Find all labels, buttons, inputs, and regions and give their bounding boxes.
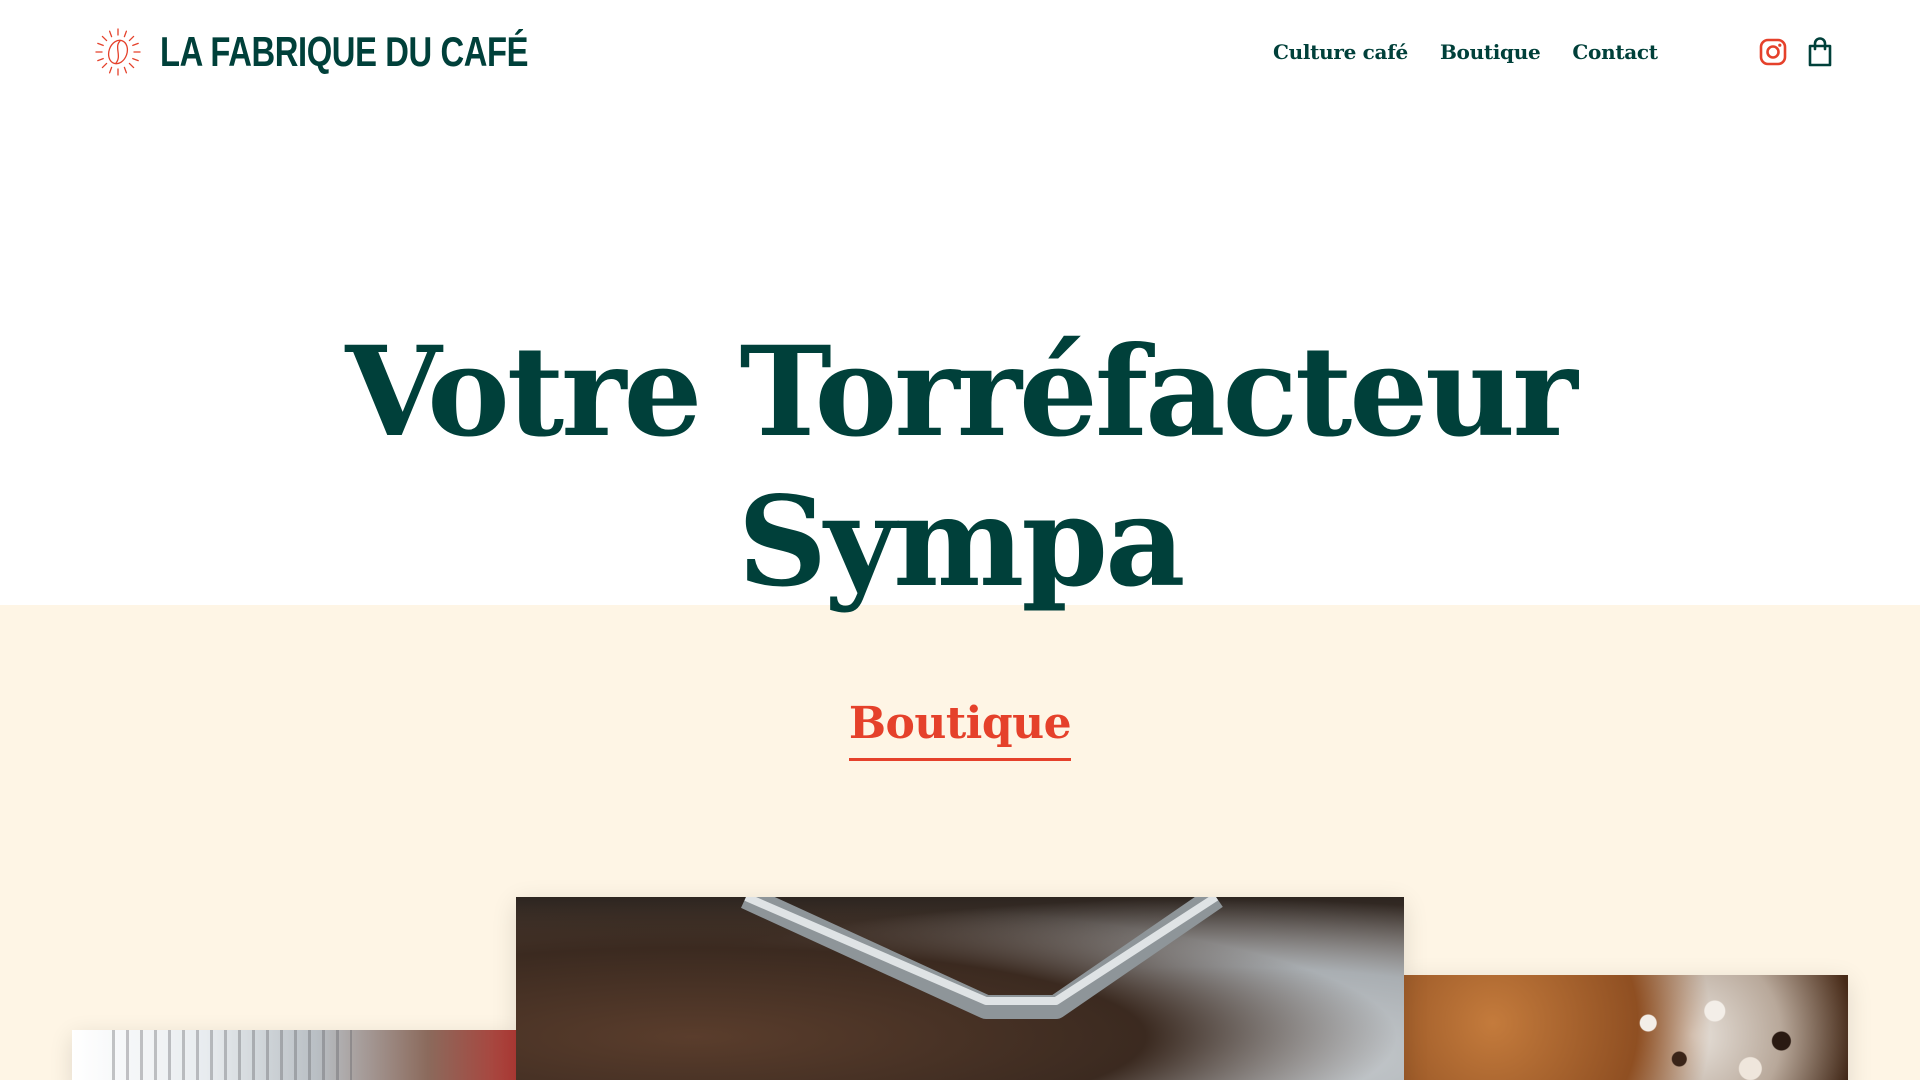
boutique-heading-link[interactable]: Boutique bbox=[848, 694, 1072, 761]
site-header: LA FABRIQUE DU CAFÉ Culture café Boutiqu… bbox=[0, 0, 1920, 104]
pastry-topping bbox=[1404, 975, 1848, 1080]
instagram-icon bbox=[1759, 38, 1787, 66]
pastry-photo[interactable] bbox=[1404, 975, 1848, 1080]
cart-button[interactable] bbox=[1803, 35, 1837, 69]
nav-item-culture-cafe[interactable]: Culture café bbox=[1273, 35, 1408, 69]
hero-title: Votre Torréfacteur Sympa bbox=[0, 318, 1920, 618]
storefront-photo[interactable] bbox=[72, 1030, 517, 1080]
main-nav: Culture café Boutique Contact bbox=[1273, 35, 1658, 69]
hero-title-line-2: Sympa bbox=[737, 470, 1186, 615]
brand-logo-link[interactable]: LA FABRIQUE DU CAFÉ bbox=[94, 26, 632, 78]
shopping-bag-icon bbox=[1808, 37, 1832, 67]
coffee-bean-sunburst-icon bbox=[95, 28, 141, 76]
hero-title-line-1: Votre Torréfacteur bbox=[345, 320, 1577, 465]
header-icons bbox=[1756, 35, 1837, 69]
barista-photo[interactable] bbox=[516, 897, 1404, 1080]
boutique-section-heading: Boutique bbox=[0, 694, 1920, 761]
nav-item-boutique[interactable]: Boutique bbox=[1440, 35, 1541, 69]
steam-wand bbox=[741, 897, 1223, 1019]
brand-name: LA FABRIQUE DU CAFÉ bbox=[160, 28, 529, 75]
storefront-shutters bbox=[112, 1030, 352, 1080]
instagram-link[interactable] bbox=[1756, 35, 1790, 69]
nav-item-contact[interactable]: Contact bbox=[1572, 35, 1658, 69]
